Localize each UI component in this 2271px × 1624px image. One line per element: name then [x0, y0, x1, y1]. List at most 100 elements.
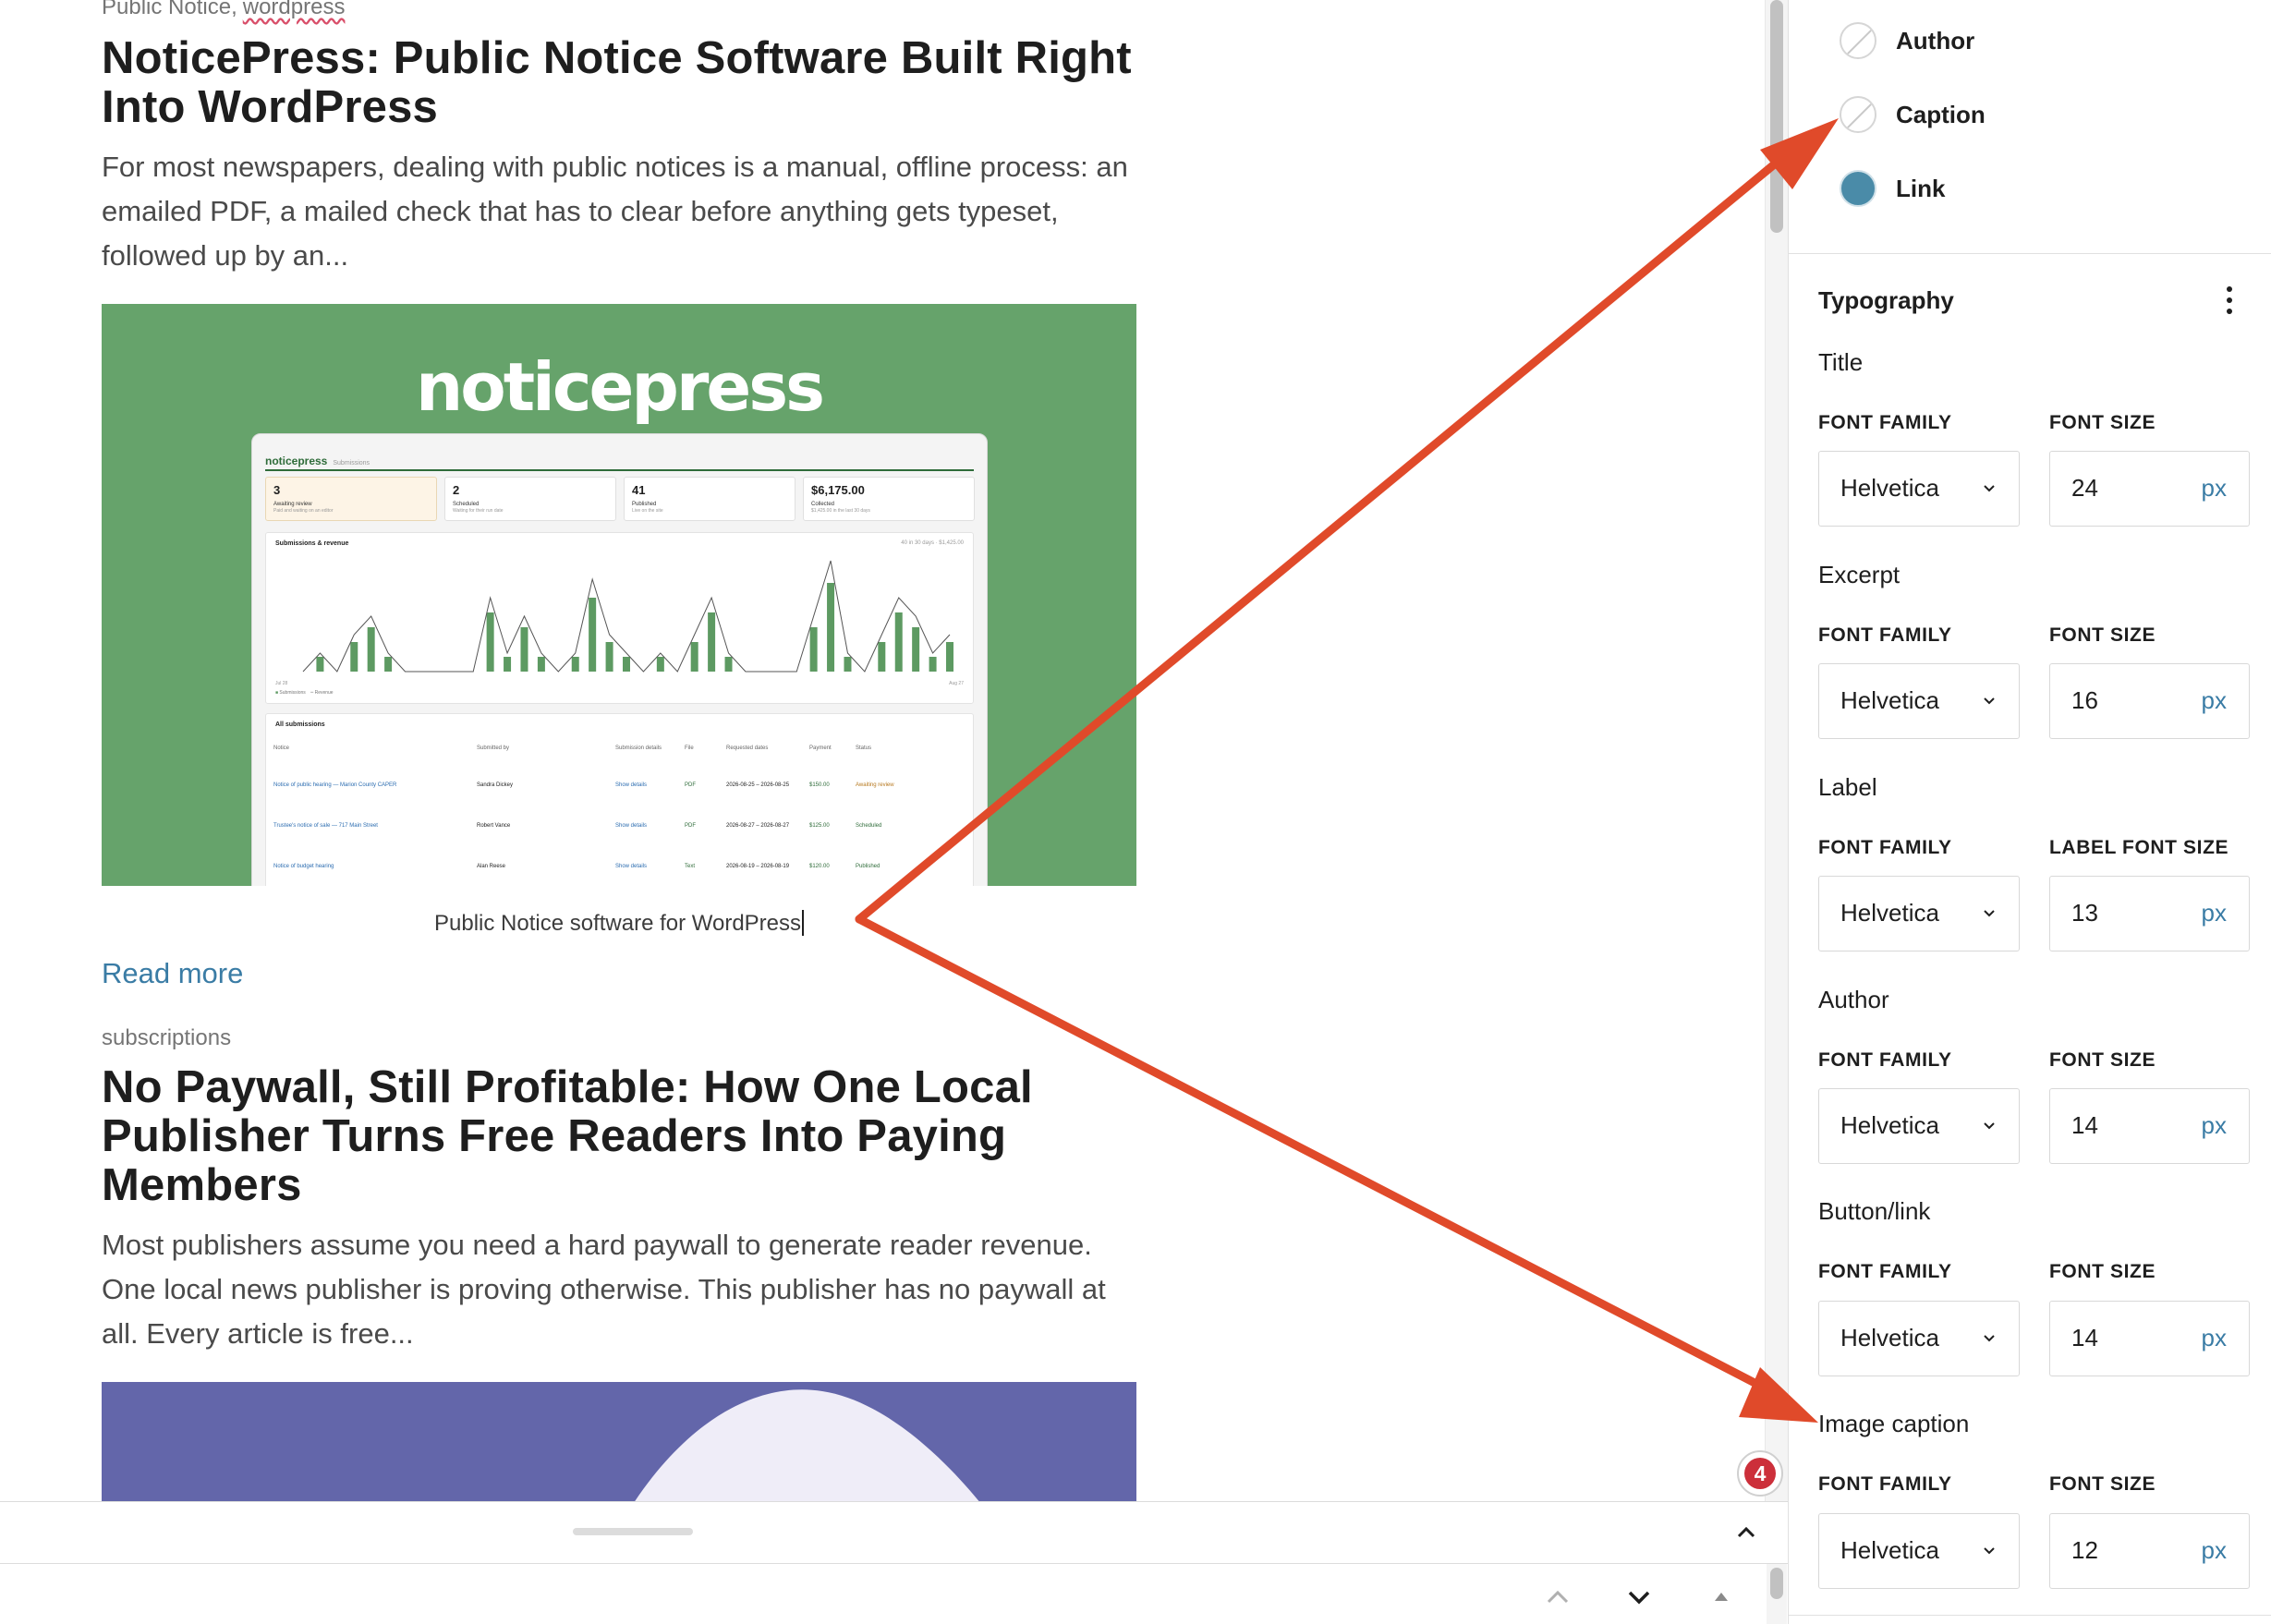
chart-bar	[827, 582, 835, 672]
font-size-input[interactable]: 24 px	[2049, 451, 2250, 527]
chart-bar	[537, 656, 545, 672]
stat-card: 41 Published Live on the site	[624, 476, 795, 521]
chart-bar	[571, 656, 579, 672]
chart-bar	[708, 612, 716, 672]
color-swatch[interactable]	[1840, 96, 1876, 133]
chart-bar	[912, 626, 920, 672]
font-family-label: FONT FAMILY	[1818, 1473, 1952, 1495]
divider	[265, 468, 974, 471]
font-size-input[interactable]: 16 px	[2049, 663, 2250, 739]
featured-image[interactable]	[102, 1381, 1136, 1501]
chevron-down-icon	[1984, 697, 1995, 705]
featured-image[interactable]: noticepress noticepress Submissions 3 Awa…	[102, 303, 1136, 886]
color-swatch[interactable]	[1840, 170, 1876, 207]
chevron-down-icon	[1984, 1547, 1995, 1555]
chart-bar	[350, 641, 358, 672]
typography-panel-title[interactable]: Typography	[1818, 286, 1954, 315]
chart-bar	[894, 612, 903, 672]
chevron-down-icon	[1984, 1122, 1995, 1130]
font-family-select[interactable]: Helvetica	[1818, 876, 2020, 951]
font-family-label: FONT FAMILY	[1818, 837, 1952, 858]
chart-bar	[384, 656, 393, 672]
color-item-author[interactable]: Author	[1840, 20, 1974, 61]
chart-bar	[367, 626, 375, 672]
font-size-label: FONT SIZE	[2049, 1261, 2156, 1282]
category-link[interactable]: wordpress	[243, 0, 346, 19]
chart-bar	[605, 641, 613, 672]
chart-bar	[623, 656, 630, 672]
chevron-up-icon[interactable]	[1732, 1519, 1760, 1546]
category-link[interactable]: subscriptions	[102, 1025, 231, 1050]
editor-footer	[0, 1564, 1788, 1624]
footer-scrollbar[interactable]	[1767, 1564, 1787, 1624]
list-view-resize-bar	[0, 1501, 1788, 1564]
resize-handle[interactable]	[573, 1528, 693, 1535]
scrollbar-thumb[interactable]	[1770, 1568, 1783, 1599]
font-size-input[interactable]: 14 px	[2049, 1301, 2250, 1376]
stat-card: 3 Awaiting review Paid and waiting on an…	[265, 476, 437, 521]
stat-card: $6,175.00 Collected $1,425.00 in the las…	[803, 476, 975, 521]
stat-card: 2 Scheduled Waiting for their run date	[444, 476, 616, 521]
canvas-scrollbar[interactable]	[1765, 0, 1788, 1501]
notification-badge[interactable]: 4	[1737, 1450, 1783, 1497]
font-size-label: FONT SIZE	[2049, 624, 2156, 646]
label-font-size-label: LABEL FONT SIZE	[2049, 837, 2229, 858]
font-size-input[interactable]: 12 px	[2049, 1513, 2250, 1589]
submissions-table: All submissions Notice Submitted by Subm…	[265, 712, 974, 886]
typography-group-label: Title	[1818, 348, 1864, 376]
chart-bar	[656, 656, 664, 672]
chart-bar	[844, 656, 852, 672]
post-item: subscriptions No Paywall, Still Profitab…	[102, 1025, 1136, 1501]
font-family-select[interactable]: Helvetica	[1818, 663, 2020, 739]
color-item-caption[interactable]: Caption	[1840, 94, 1986, 135]
font-family-select[interactable]: Helvetica	[1818, 1301, 2020, 1376]
chevron-down-icon	[1984, 485, 1995, 492]
font-size-label: FONT SIZE	[2049, 1049, 2156, 1071]
triangle-up-icon[interactable]	[1705, 1581, 1738, 1614]
chevron-down-icon	[1984, 910, 1995, 917]
post-excerpt: For most newspapers, dealing with public…	[102, 150, 1128, 272]
chart-bar	[316, 656, 324, 672]
font-family-label: FONT FAMILY	[1818, 1049, 1952, 1071]
color-swatch[interactable]	[1840, 22, 1876, 59]
font-size-input[interactable]: 14 px	[2049, 1088, 2250, 1164]
typography-group-label: Author	[1818, 986, 1889, 1013]
post-item: Public Notice, wordpress NoticePress: Pub…	[102, 0, 1136, 990]
post-title[interactable]: No Paywall, Still Profitable: How One Lo…	[102, 1062, 1136, 1210]
font-size-label: FONT SIZE	[2049, 412, 2156, 433]
chart-bar	[589, 597, 597, 672]
post-title[interactable]: NoticePress: Public Notice Software Buil…	[102, 33, 1136, 132]
noticepress-logo: noticepress	[416, 347, 825, 426]
chart-bar	[878, 641, 886, 672]
font-family-label: FONT FAMILY	[1818, 624, 1952, 646]
illustration-shape	[635, 1388, 979, 1501]
more-options-icon[interactable]	[2218, 282, 2241, 319]
read-more-link[interactable]: Read more	[102, 957, 1136, 990]
font-size-input[interactable]: 13 px	[2049, 876, 2250, 951]
divider	[1789, 253, 2271, 254]
category-link[interactable]: Public Notice,	[102, 0, 237, 19]
post-categories: subscriptions	[102, 1025, 1136, 1052]
chevron-up-icon[interactable]	[1541, 1581, 1574, 1614]
typography-group-label: Button/link	[1818, 1197, 1931, 1225]
chart-bar	[929, 656, 937, 672]
font-family-select[interactable]: Helvetica	[1818, 1088, 2020, 1164]
chart-bar	[809, 626, 818, 672]
chevron-down-icon[interactable]	[1622, 1581, 1656, 1614]
chart-line	[302, 560, 951, 673]
chart-bar	[724, 656, 733, 672]
typography-group-label: Label	[1818, 773, 1877, 801]
dashboard-screenshot: noticepress Submissions 3 Awaiting review…	[251, 432, 988, 886]
typography-group-label: Image caption	[1818, 1410, 1970, 1437]
image-caption[interactable]: Public Notice software for WordPress	[102, 909, 1136, 937]
submissions-chart	[302, 560, 953, 673]
chart-bar	[946, 641, 953, 672]
font-family-select[interactable]: Helvetica	[1818, 451, 2020, 527]
font-family-select[interactable]: Helvetica	[1818, 1513, 2020, 1589]
chart-bar	[690, 641, 698, 672]
chart-bar	[520, 626, 528, 672]
scrollbar-thumb[interactable]	[1770, 0, 1783, 233]
divider	[1789, 1615, 2271, 1616]
color-item-link[interactable]: Link	[1840, 168, 1945, 209]
post-excerpt: Most publishers assume you need a hard p…	[102, 1228, 1106, 1350]
